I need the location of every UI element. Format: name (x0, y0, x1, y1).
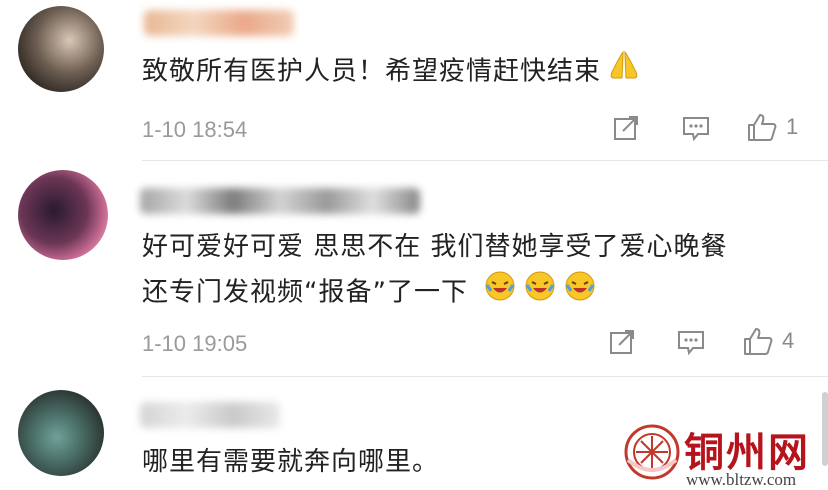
like-button[interactable]: 4 (742, 325, 794, 357)
username-blurred[interactable] (144, 10, 294, 36)
thumbs-up-icon (744, 328, 773, 355)
username-blurred[interactable] (140, 188, 420, 214)
reply-button[interactable] (676, 328, 706, 356)
like-button[interactable]: 1 (746, 111, 798, 143)
comment-text-line: 好可爱好可爱 思思不在 我们替她享受了爱心晚餐 (142, 232, 728, 262)
avatar[interactable] (18, 170, 108, 260)
laugh-cry-emoji-icon (563, 269, 597, 317)
comment-icon (683, 117, 709, 142)
watermark-url: www.bltzw.com (686, 470, 797, 489)
comment-text: 致敬所有医护人员！希望疫情赶快结束 (142, 48, 641, 96)
comment-text: 好可爱好可爱 思思不在 我们替她享受了爱心晚餐 还专门发视频“报备”了一下 (142, 225, 728, 317)
laugh-cry-emoji-icon (523, 269, 557, 317)
laugh-cry-emoji-icon (483, 269, 517, 317)
comment-text-line-2: 还专门发视频“报备”了一下 (142, 269, 728, 317)
share-icon (614, 116, 638, 140)
comment-icon (678, 331, 704, 356)
comment-text: 哪里有需要就奔向哪里。 (142, 440, 439, 484)
reply-button[interactable] (681, 114, 711, 142)
avatar[interactable] (18, 390, 104, 476)
comment-text-line: 哪里有需要就奔向哪里。 (142, 447, 440, 477)
share-icon (610, 330, 634, 354)
thumbs-up-icon (748, 114, 777, 141)
comment-timestamp: 1-10 19:05 (142, 331, 248, 356)
seal-logo-icon (624, 424, 680, 480)
comment-divider (142, 376, 828, 377)
scrollbar[interactable] (822, 392, 828, 466)
comment-divider (142, 160, 828, 161)
share-button[interactable] (612, 114, 640, 142)
like-count: 4 (782, 328, 795, 353)
username-blurred[interactable] (140, 402, 280, 428)
avatar[interactable] (18, 6, 104, 92)
like-count: 1 (786, 114, 799, 139)
comment-text-line: 还专门发视频“报备”了一下 (142, 277, 468, 308)
comment-timestamp: 1-10 18:54 (142, 117, 248, 142)
watermark-logo: 铜州网 www.bltzw.com (622, 412, 822, 490)
comment-text-line: 致敬所有医护人员！希望疫情赶快结束 (142, 56, 602, 87)
share-button[interactable] (608, 328, 636, 356)
pray-emoji-icon (607, 48, 641, 96)
